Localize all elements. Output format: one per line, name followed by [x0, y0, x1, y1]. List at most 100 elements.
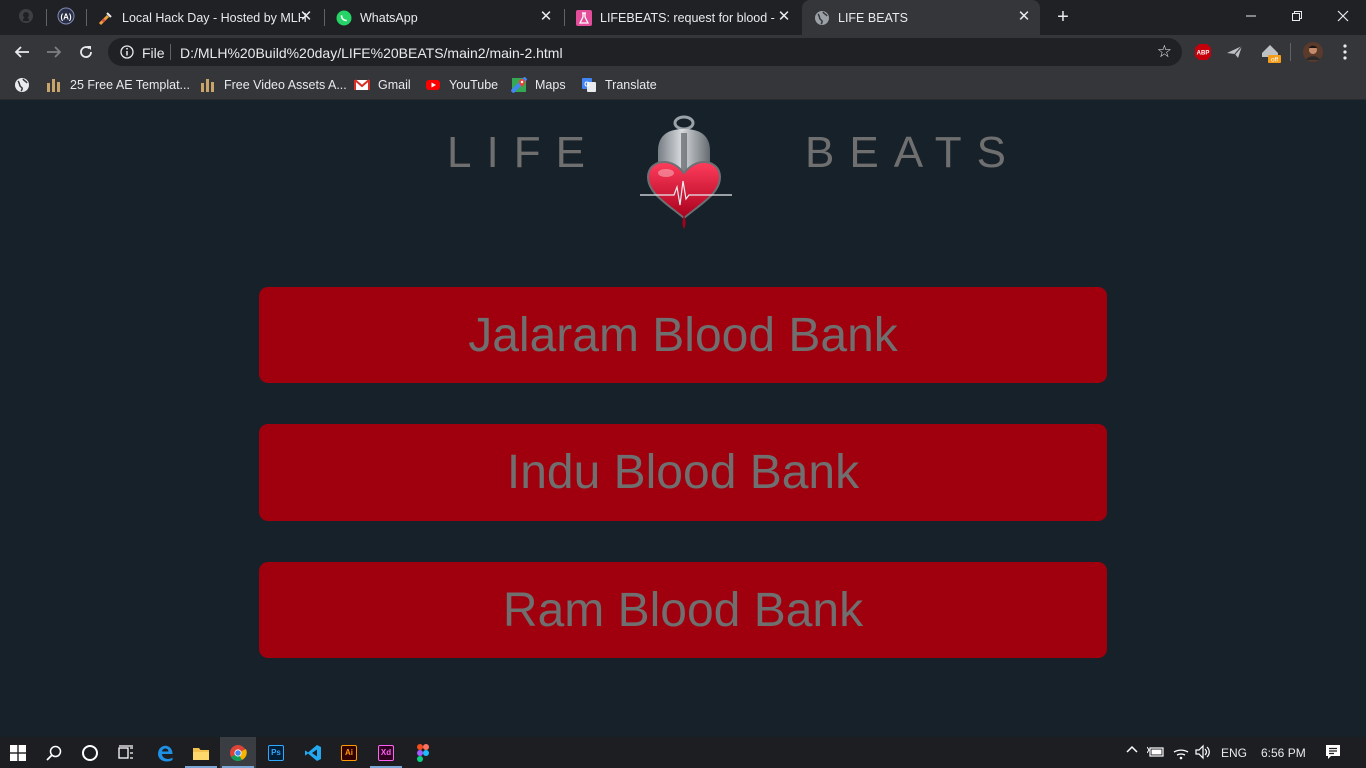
new-tab-button[interactable]: + — [1052, 6, 1074, 28]
brand-left-text: LIFE — [447, 128, 600, 177]
svg-text:(A): (A) — [60, 13, 71, 22]
bookmark-ae-templates[interactable]: 25 Free AE Templat... — [46, 76, 190, 93]
bars-icon — [200, 77, 216, 93]
minimize-button[interactable] — [1228, 0, 1274, 32]
hackday-icon — [98, 10, 114, 26]
photoshop-icon[interactable]: Ps — [258, 737, 294, 768]
bank-button-label: Indu Blood Bank — [506, 446, 860, 499]
task-view-icon[interactable] — [108, 737, 144, 768]
bank-button-ram[interactable]: Ram Blood Bank — [259, 562, 1107, 658]
action-center-icon[interactable] — [1325, 744, 1341, 763]
bookmark-label: Translate — [605, 77, 657, 92]
tab-title: Local Hack Day - Hosted by MLH — [122, 10, 307, 25]
reload-icon — [80, 46, 92, 58]
tab-whatsapp[interactable]: WhatsApp ✕ — [324, 0, 562, 35]
tab-lifebeats-request[interactable]: LIFEBEATS: request for blood - An ✕ — [564, 0, 800, 35]
forward-button[interactable] — [42, 40, 66, 64]
globe-icon — [14, 77, 30, 93]
gmail-icon — [354, 77, 370, 93]
file-explorer-icon[interactable] — [183, 737, 219, 768]
back-button[interactable] — [10, 40, 34, 64]
plane-icon[interactable] — [1226, 43, 1244, 61]
bookmark-label: Gmail — [378, 77, 411, 92]
tab-life-beats[interactable]: LIFE BEATS ✕ — [802, 0, 1040, 35]
url-text[interactable]: D:/MLH%20Build%20day/LIFE%20BEATS/main2/… — [180, 45, 563, 61]
bank-button-indu[interactable]: Indu Blood Bank — [259, 424, 1107, 521]
search-icon[interactable] — [36, 737, 72, 768]
omnibox-divider — [170, 44, 171, 60]
brand-right-text: BEATS — [805, 128, 1022, 177]
close-icon — [1337, 10, 1349, 22]
bookmarks-bar: 25 Free AE Templat... Free Video Assets … — [0, 69, 1366, 100]
bank-button-label: Jalaram Blood Bank — [468, 308, 898, 362]
maps-icon — [511, 76, 527, 93]
address-bar[interactable]: File D:/MLH%20Build%20day/LIFE%20BEATS/m… — [108, 38, 1182, 66]
browser-toolbar: File D:/MLH%20Build%20day/LIFE%20BEATS/m… — [0, 35, 1366, 69]
menu-kebab-icon[interactable] — [1336, 43, 1354, 61]
minimize-icon — [1246, 15, 1256, 17]
svg-text:off: off — [1271, 57, 1278, 64]
whatsapp-icon — [336, 10, 352, 26]
offer-extension-icon[interactable]: off — [1260, 43, 1281, 64]
bars-icon — [46, 77, 62, 93]
blood-drop-heart-logo — [636, 115, 736, 231]
adblock-icon[interactable]: ABP — [1194, 43, 1212, 61]
tab-strip: (A) Local Hack Day - Hosted by MLH ✕ Wha… — [0, 0, 1366, 35]
bank-button-label: Ram Blood Bank — [502, 583, 864, 637]
volume-icon[interactable] — [1195, 744, 1211, 763]
github-icon — [18, 8, 34, 27]
bookmark-label: YouTube — [449, 77, 499, 92]
tab-codeforces[interactable]: (A) — [48, 0, 84, 35]
edge-icon[interactable] — [147, 737, 183, 768]
codeforces-icon: (A) — [57, 7, 75, 28]
windows-start-icon[interactable] — [0, 737, 36, 768]
window-close-button[interactable] — [1320, 0, 1366, 32]
star-icon[interactable]: ☆ — [1157, 43, 1172, 61]
tab-title: LIFE BEATS — [838, 10, 908, 25]
battery-icon[interactable] — [1146, 745, 1165, 762]
cortana-icon[interactable] — [72, 737, 108, 768]
tab-title: LIFEBEATS: request for blood - An — [600, 10, 776, 25]
chrome-icon[interactable] — [220, 737, 256, 768]
toolbar-divider — [1290, 43, 1291, 61]
close-icon[interactable]: ✕ — [1016, 9, 1032, 25]
xd-icon[interactable]: Xd — [368, 737, 404, 768]
back-arrow-icon — [14, 46, 29, 58]
bookmark-gmail[interactable]: Gmail — [354, 76, 411, 93]
bookmark-video-assets[interactable]: Free Video Assets A... — [200, 76, 347, 93]
profile-avatar[interactable] — [1303, 42, 1323, 62]
globe-icon — [814, 10, 830, 26]
url-scheme-label: File — [142, 45, 165, 61]
reload-button[interactable] — [74, 40, 98, 64]
svg-text:G: G — [584, 81, 590, 88]
bookmark-maps[interactable]: Maps — [511, 76, 566, 93]
bookmark-label: Maps — [535, 77, 566, 92]
restore-button[interactable] — [1274, 0, 1320, 32]
illustrator-icon[interactable]: Ai — [331, 737, 367, 768]
flask-icon — [576, 9, 592, 26]
close-icon[interactable]: ✕ — [298, 9, 314, 25]
bookmark-youtube[interactable]: YouTube — [425, 76, 498, 93]
page-content: LIFE BEATS Jalaram Blood Bank Indu Blood… — [0, 101, 1366, 737]
close-icon[interactable]: ✕ — [538, 9, 554, 25]
figma-icon[interactable] — [405, 737, 441, 768]
info-icon[interactable] — [120, 45, 134, 64]
tab-separator — [46, 9, 47, 26]
wifi-icon[interactable] — [1173, 744, 1189, 763]
translate-icon: G — [581, 77, 597, 93]
youtube-icon — [425, 77, 441, 93]
bank-button-jalaram[interactable]: Jalaram Blood Bank — [259, 287, 1107, 383]
clock-time[interactable]: 6:56 PM — [1261, 746, 1306, 760]
tab-github[interactable] — [8, 0, 44, 35]
chevron-up-icon[interactable] — [1125, 743, 1139, 760]
tab-local-hack-day[interactable]: Local Hack Day - Hosted by MLH ✕ — [86, 0, 322, 35]
windows-taskbar: Ps Ai Xd ENG 6:56 PM — [0, 737, 1366, 768]
tab-title: WhatsApp — [360, 10, 418, 25]
bookmark-apps[interactable] — [14, 76, 38, 93]
restore-icon — [1292, 11, 1302, 21]
language-indicator[interactable]: ENG — [1221, 746, 1247, 760]
svg-text:ABP: ABP — [1197, 51, 1210, 57]
bookmark-translate[interactable]: G Translate — [581, 76, 657, 93]
vscode-icon[interactable] — [295, 737, 331, 768]
close-icon[interactable]: ✕ — [776, 9, 792, 25]
